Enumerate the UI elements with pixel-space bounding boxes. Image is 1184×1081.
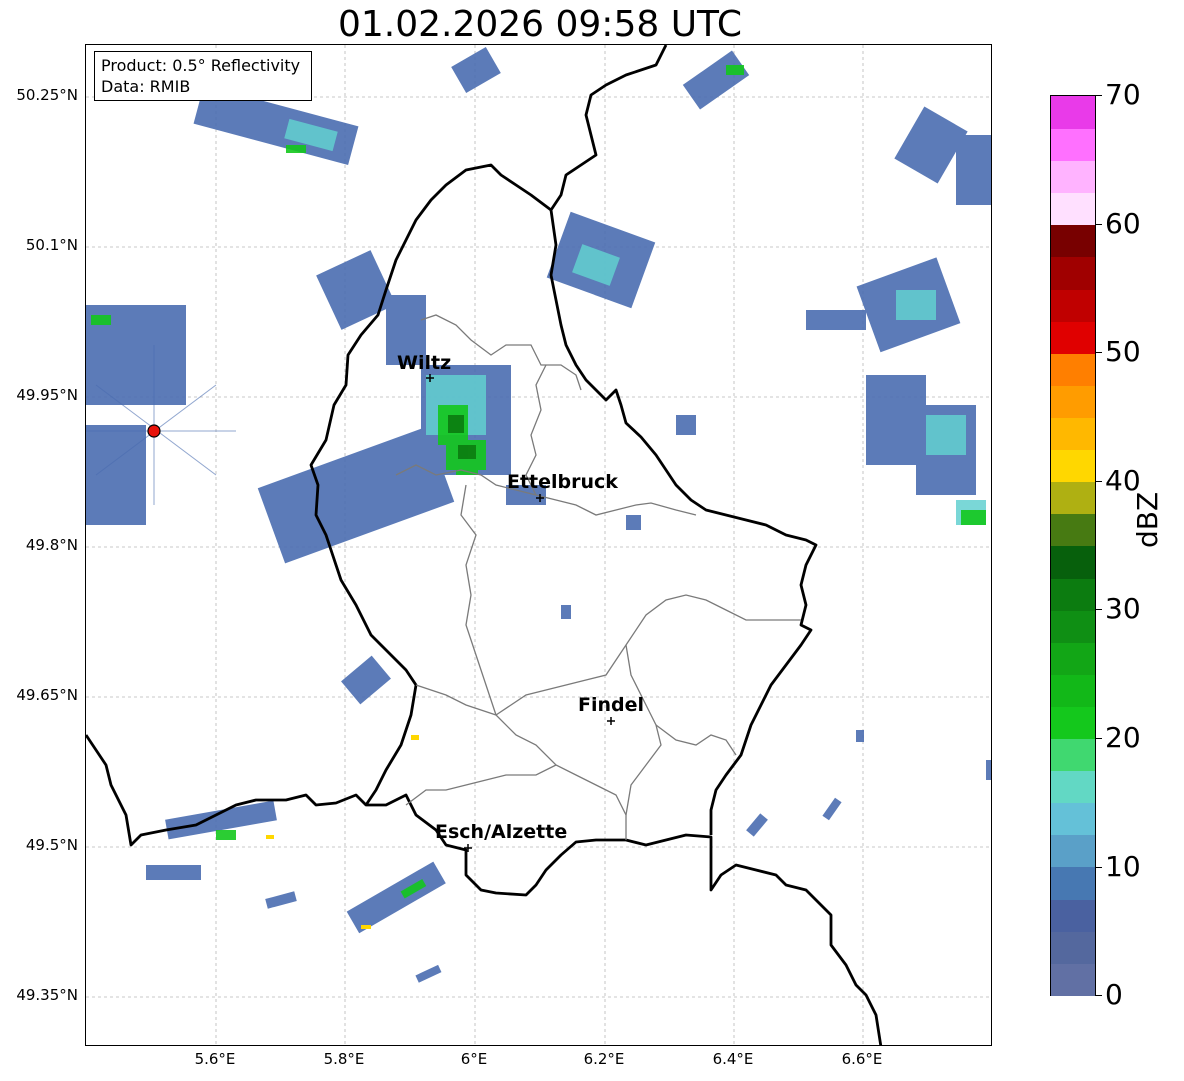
- colorbar-segment: [1051, 930, 1095, 964]
- colorbar-segment: [1051, 738, 1095, 772]
- colorbar-label: 70: [1105, 78, 1141, 111]
- colorbar-segment: [1051, 224, 1095, 258]
- colorbar-segment: [1051, 320, 1095, 354]
- colorbar-tick: [1096, 867, 1102, 868]
- colorbar-segment: [1051, 545, 1095, 579]
- data-source-label: Data: RMIB: [101, 77, 191, 96]
- city-label-esch-alzette: Esch/Alzette: [435, 821, 567, 843]
- colorbar-tick: [1096, 481, 1102, 482]
- colorbar-label: 60: [1105, 207, 1141, 240]
- colorbar-label: 50: [1105, 335, 1141, 368]
- colorbar-segment: [1051, 834, 1095, 868]
- lat-label: 50.25°N: [16, 86, 78, 104]
- colorbar: [1050, 95, 1096, 996]
- colorbar-segment: [1051, 577, 1095, 611]
- colorbar-tick: [1096, 609, 1102, 610]
- colorbar-segment: [1051, 352, 1095, 386]
- colorbar-label: 30: [1105, 592, 1141, 625]
- lon-label: 6.6°E: [841, 1050, 883, 1068]
- colorbar-segment: [1051, 802, 1095, 836]
- lon-label: 5.8°E: [323, 1050, 365, 1068]
- colorbar-segment: [1051, 641, 1095, 675]
- lat-label: 49.5°N: [25, 836, 78, 854]
- colorbar-tick: [1096, 352, 1102, 353]
- colorbar-label: 0: [1105, 978, 1123, 1011]
- lat-label: 49.8°N: [25, 536, 78, 554]
- map-title: 01.02.2026 09:58 UTC: [337, 4, 743, 45]
- colorbar-tick: [1096, 95, 1102, 96]
- colorbar-segment: [1051, 770, 1095, 804]
- city-label-findel: Findel: [578, 694, 644, 716]
- colorbar-segment: [1051, 160, 1095, 194]
- lon-label: 6.4°E: [712, 1050, 754, 1068]
- national-border-east: [549, 45, 818, 835]
- colorbar-tick: [1096, 738, 1102, 739]
- colorbar-segment: [1051, 417, 1095, 451]
- map-canvas: Wiltz Ettelbruck Findel Esch/Alzette: [86, 45, 991, 1045]
- product-label: Product: 0.5° Reflectivity: [101, 56, 301, 75]
- product-info-box: Product: 0.5° Reflectivity Data: RMIB: [94, 51, 312, 101]
- colorbar-segment: [1051, 192, 1095, 226]
- colorbar-tick: [1096, 995, 1102, 996]
- colorbar-segment: [1051, 706, 1095, 740]
- colorbar-segment: [1051, 481, 1095, 515]
- colorbar-segment: [1051, 962, 1095, 996]
- lon-label: 6°E: [460, 1050, 488, 1068]
- lon-label: 5.6°E: [194, 1050, 236, 1068]
- colorbar-segment: [1051, 898, 1095, 932]
- lon-label: 6.2°E: [583, 1050, 625, 1068]
- colorbar-unit-label: dBZ: [1131, 491, 1164, 548]
- colorbar-segment: [1051, 513, 1095, 547]
- colorbar-segment: [1051, 288, 1095, 322]
- colorbar-segment: [1051, 449, 1095, 483]
- lat-label: 49.35°N: [16, 986, 78, 1004]
- lat-label: 49.95°N: [16, 386, 78, 404]
- lat-label: 50.1°N: [25, 236, 78, 254]
- map-gridlines: [86, 45, 991, 1045]
- radar-site-marker[interactable]: [147, 424, 161, 438]
- city-label-wiltz: Wiltz: [397, 352, 451, 374]
- radar-map[interactable]: Wiltz Ettelbruck Findel Esch/Alzette: [85, 44, 992, 1046]
- lat-label: 49.65°N: [16, 686, 78, 704]
- city-label-ettelbruck: Ettelbruck: [507, 471, 618, 493]
- colorbar-segment: [1051, 673, 1095, 707]
- colorbar-segment: [1051, 609, 1095, 643]
- colorbar-tick: [1096, 224, 1102, 225]
- colorbar-label: 20: [1105, 721, 1141, 754]
- colorbar-segment: [1051, 128, 1095, 162]
- national-border: [86, 734, 883, 1045]
- colorbar-label: 10: [1105, 850, 1141, 883]
- colorbar-segment: [1051, 96, 1095, 129]
- colorbar-segment: [1051, 866, 1095, 900]
- colorbar-segment: [1051, 256, 1095, 290]
- colorbar-segment: [1051, 384, 1095, 418]
